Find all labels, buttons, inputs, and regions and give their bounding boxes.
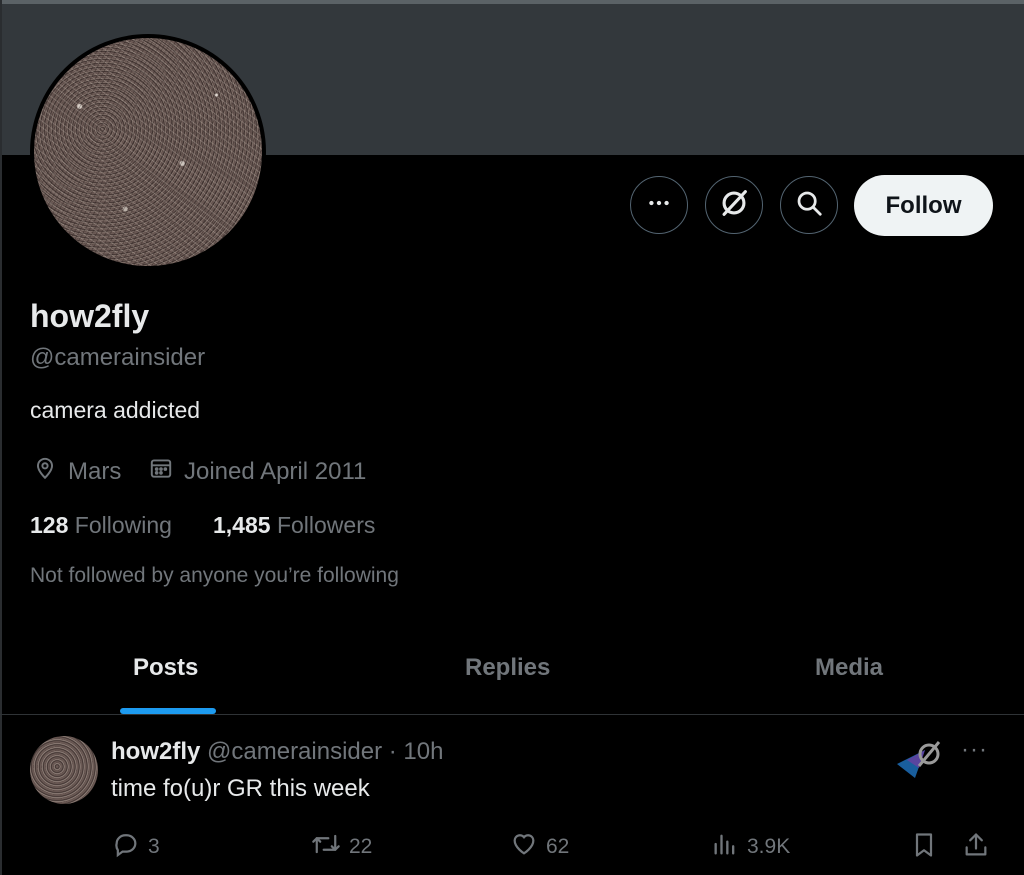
not-followed-notice: Not followed by anyone you’re following [30,564,399,587]
following-count: 128 [30,512,69,538]
like-count: 62 [546,835,570,858]
calendar-icon [148,455,184,488]
views-count: 3.9K [747,835,791,858]
post-text: time fo(u)r GR this week [111,775,370,802]
search-profile-button[interactable] [780,176,838,234]
joined-text: Joined April 2011 [184,457,367,485]
joined-date: Joined April 2011 [148,455,366,488]
more-options-button[interactable] [630,176,688,234]
following-label: Following [74,512,172,538]
post-header: how2fly @camerainsider · 10h [111,738,443,766]
repost-icon [311,830,349,864]
profile-avatar[interactable] [30,34,266,270]
post-meta[interactable]: @camerainsider · 10h [207,738,443,765]
tab-media[interactable]: Media [815,654,883,682]
bookmark-icon [910,830,946,866]
views-chart-icon [711,830,747,864]
grok-button[interactable] [705,176,763,234]
post-author-name[interactable]: how2fly [111,738,200,765]
following-link[interactable]: 128 Following [30,512,172,539]
tab-posts[interactable]: Posts [133,654,198,682]
views-button[interactable]: 3.9K [711,830,790,864]
like-button[interactable]: 62 [510,830,569,864]
follow-button[interactable]: Follow [854,175,993,236]
post-author-avatar[interactable] [30,736,98,804]
user-handle: @camerainsider [30,344,206,371]
tab-replies[interactable]: Replies [465,654,550,682]
watermark-logo-icon [895,738,945,793]
display-name: how2fly [30,298,150,334]
tabs-divider [0,714,1024,715]
grok-icon [717,186,751,225]
more-horizontal-icon [646,190,672,221]
location-text: Mars [68,457,122,485]
reply-button[interactable]: 3 [112,830,160,864]
location: Mars [32,455,121,488]
profile-bio: camera addicted [30,397,201,423]
followers-label: Followers [276,512,376,538]
search-icon [794,188,824,223]
followers-link[interactable]: 1,485 Followers [213,512,375,539]
share-icon [962,830,998,866]
share-button[interactable] [962,830,998,866]
followers-count: 1,485 [213,512,271,538]
reply-icon [112,830,148,864]
reply-count: 3 [148,835,160,858]
location-pin-icon [32,455,68,488]
heart-icon [510,830,546,864]
repost-count: 22 [349,835,373,858]
bookmark-button[interactable] [910,830,946,866]
post-more-button[interactable]: ··· [961,736,988,764]
repost-button[interactable]: 22 [311,830,372,864]
